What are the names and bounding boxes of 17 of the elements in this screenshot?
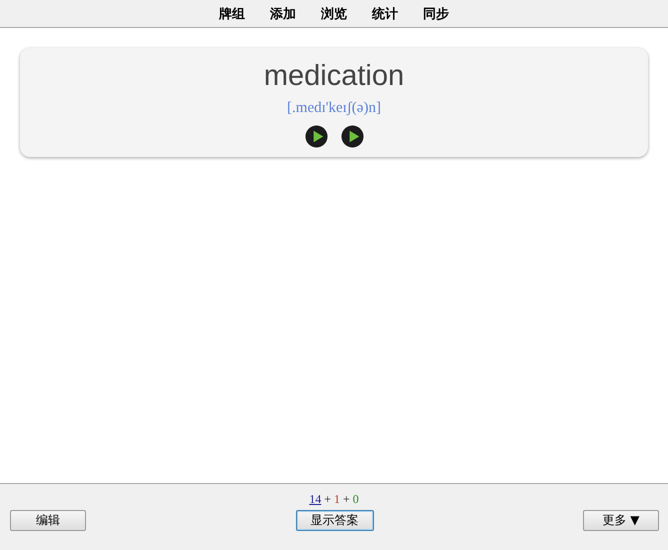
due-count: 0 [352,492,359,507]
nav-link[interactable]: 添加 [270,4,296,22]
nav-link[interactable]: 浏览 [321,4,347,22]
due-count: 1 [334,492,340,507]
plus-sign: + [343,492,350,507]
nav-link[interactable]: 牌组 [219,4,245,22]
due-count[interactable]: 14 [309,492,322,507]
play-icon[interactable] [340,125,364,148]
plus-sign: + [324,492,331,507]
play-icon[interactable] [304,125,328,148]
edit-button[interactable]: 编辑 [10,510,86,531]
show-answer-button[interactable]: 显示答案 [296,510,374,531]
more-button[interactable]: 更多 ▼ [583,510,659,531]
nav-link[interactable]: 统计 [372,4,398,22]
word-text: medication [264,59,404,94]
phonetic-text: [.medɪ'keɪʃ(ə)n] [287,100,381,117]
nav-link[interactable]: 同步 [423,4,449,22]
